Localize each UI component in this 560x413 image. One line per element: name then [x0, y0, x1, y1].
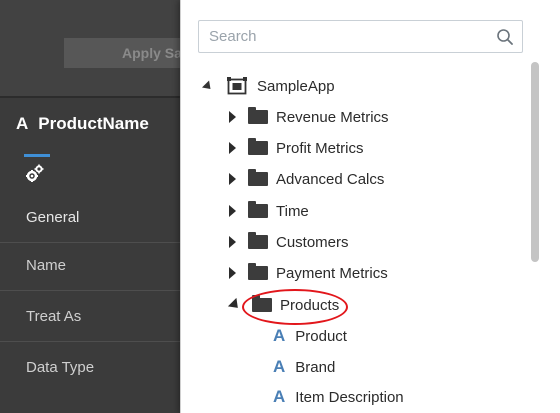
- tree-column-product[interactable]: A Product: [273, 323, 347, 349]
- property-row-general[interactable]: General: [0, 193, 180, 243]
- tree-folder-payment-metrics[interactable]: Payment Metrics: [229, 260, 388, 286]
- folder-icon: [248, 107, 268, 124]
- tree-item-sampleapp[interactable]: SampleApp: [201, 73, 335, 99]
- tree-item-label: SampleApp: [257, 77, 335, 95]
- tree-item-label: Payment Metrics: [276, 264, 388, 282]
- collapse-arrow-icon[interactable]: [227, 297, 243, 313]
- folder-icon: [252, 295, 272, 312]
- tree-folder-time[interactable]: Time: [229, 198, 309, 224]
- expand-arrow-icon[interactable]: [229, 236, 236, 248]
- expand-arrow-icon[interactable]: [229, 267, 236, 279]
- property-row-data-type[interactable]: Data Type: [0, 343, 180, 393]
- scrollbar-thumb[interactable]: [531, 62, 539, 262]
- tree-column-item-description[interactable]: A Item Description: [273, 384, 404, 410]
- tree-folder-revenue-metrics[interactable]: Revenue Metrics: [229, 104, 389, 130]
- page-title: ProductName: [38, 114, 149, 133]
- attribute-icon: A: [273, 326, 286, 345]
- property-row-name[interactable]: Name: [0, 241, 180, 291]
- tree-folder-profit-metrics[interactable]: Profit Metrics: [229, 135, 364, 161]
- search-box: [198, 20, 523, 53]
- expand-arrow-icon[interactable]: [229, 142, 236, 154]
- tree-item-label: Time: [276, 202, 309, 220]
- tree-item-label: Product: [295, 327, 347, 345]
- attribute-icon: A: [16, 114, 29, 133]
- tree-item-label: Customers: [276, 233, 349, 251]
- folder-icon: [248, 138, 268, 155]
- active-tab-indicator: [24, 154, 50, 157]
- divider: [0, 96, 180, 98]
- folder-icon: [248, 263, 268, 280]
- folder-icon: [248, 169, 268, 186]
- tree-item-label: Profit Metrics: [276, 139, 364, 157]
- tree-item-label: Brand: [295, 358, 336, 376]
- tree-folder-advanced-calcs[interactable]: Advanced Calcs: [229, 166, 384, 192]
- tree-folder-customers[interactable]: Customers: [229, 229, 349, 255]
- column-picker-popup: SampleApp Revenue Metrics Profit Metrics…: [180, 0, 560, 413]
- tree-column-brand[interactable]: A Brand: [273, 354, 335, 380]
- folder-icon: [248, 201, 268, 218]
- tree-folder-products[interactable]: Products: [227, 292, 340, 318]
- folder-icon: [248, 232, 268, 249]
- expand-arrow-icon[interactable]: [229, 205, 236, 217]
- search-input[interactable]: [199, 21, 489, 52]
- subject-area-icon: [227, 77, 247, 95]
- property-row-treat-as[interactable]: Treat As: [0, 292, 180, 342]
- tree-item-label: Products: [280, 296, 340, 314]
- tree-item-label: Revenue Metrics: [276, 108, 389, 126]
- tree-item-label: Advanced Calcs: [276, 170, 385, 188]
- collapse-arrow-icon[interactable]: [201, 79, 215, 93]
- attribute-icon: A: [273, 387, 286, 406]
- attribute-icon: A: [273, 357, 286, 376]
- properties-header: A ProductName: [16, 114, 149, 134]
- expand-arrow-icon[interactable]: [229, 173, 236, 185]
- search-icon[interactable]: [496, 28, 514, 46]
- expand-arrow-icon[interactable]: [229, 111, 236, 123]
- tree-item-label: Item Description: [295, 388, 404, 406]
- gears-icon[interactable]: [24, 162, 46, 184]
- apply-button[interactable]: Apply Sa: [64, 38, 180, 68]
